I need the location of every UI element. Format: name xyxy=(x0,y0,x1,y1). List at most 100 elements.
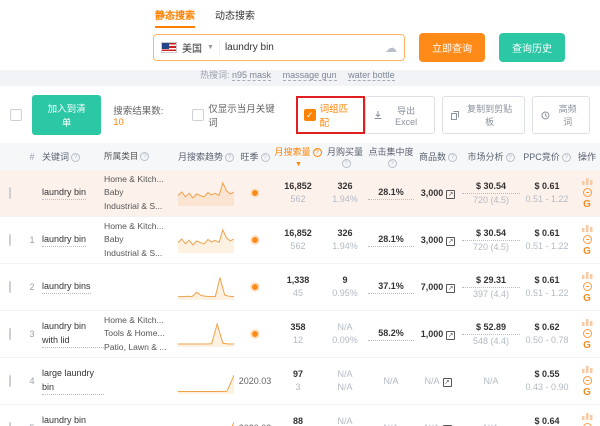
remove-icon[interactable] xyxy=(583,423,592,426)
hot-word-link[interactable]: massage gun xyxy=(283,70,337,81)
row-actions: G xyxy=(574,271,600,304)
ppc-bid: $ 0.610.51 - 1.22 xyxy=(520,274,574,299)
table-body: laundry bin Home & Kitch...BabyIndustria… xyxy=(0,170,600,426)
column-header[interactable]: 月搜索量?▼ xyxy=(274,145,322,168)
select-all-checkbox[interactable] xyxy=(10,109,22,121)
cloud-upload-icon[interactable]: ☁ xyxy=(385,41,397,55)
bar-chart-icon[interactable] xyxy=(582,318,593,326)
peak-season-indicator xyxy=(236,235,274,245)
bar-chart-icon[interactable] xyxy=(582,224,593,232)
country-select[interactable]: 美国 xyxy=(182,40,202,55)
monthly-purchase-volume: 3261.94% xyxy=(322,227,368,252)
column-header[interactable]: PPC竞价? xyxy=(520,150,574,163)
info-icon[interactable]: ? xyxy=(261,153,270,162)
info-icon[interactable]: ? xyxy=(506,153,515,162)
add-to-list-button[interactable]: 加入到清单 xyxy=(32,95,101,135)
high-freq-words-button[interactable]: 高频词 xyxy=(532,96,590,134)
row-checkbox[interactable] xyxy=(9,375,11,387)
row-actions: G xyxy=(574,177,600,210)
google-trends-icon[interactable]: G xyxy=(583,200,591,210)
category-list: Home & Kitch...BabyIndustrial & S... xyxy=(104,173,176,213)
row-checkbox[interactable] xyxy=(9,234,11,246)
monthly-search-volume: 1,33845 xyxy=(274,274,322,299)
click-concentration: 58.2% xyxy=(368,327,414,341)
keyword-link[interactable]: laundry bins xyxy=(42,280,91,295)
chevron-down-icon[interactable]: ▼ xyxy=(207,44,214,51)
info-icon[interactable]: ? xyxy=(342,159,351,168)
remove-icon[interactable] xyxy=(583,376,592,385)
external-link-icon[interactable]: ↗ xyxy=(446,331,455,340)
hot-words-label: 热搜词: xyxy=(200,70,230,80)
column-header[interactable]: 市场分析? xyxy=(462,150,520,163)
row-checkbox[interactable] xyxy=(9,281,11,293)
external-link-icon[interactable]: ↗ xyxy=(446,237,455,246)
info-icon[interactable]: ? xyxy=(71,153,80,162)
history-button[interactable]: 查询历史 xyxy=(499,33,565,62)
bar-chart-icon[interactable] xyxy=(582,365,593,373)
tab-dynamic-search[interactable]: 动态搜索 xyxy=(215,7,255,28)
keyword-link[interactable]: laundry bin organizer xyxy=(42,414,104,426)
info-icon[interactable]: ? xyxy=(313,148,322,157)
keyword-link[interactable]: laundry bin xyxy=(42,186,86,201)
product-count: 7,000↗ xyxy=(414,281,462,294)
keyword-link[interactable]: laundry bin xyxy=(42,233,86,248)
ppc-bid: $ 0.610.51 - 1.22 xyxy=(520,227,574,252)
monthly-purchase-volume: N/AN/A xyxy=(322,368,368,393)
column-header[interactable]: 月购买量? xyxy=(322,145,368,168)
category-item: Patio, Lawn & ... xyxy=(104,341,176,354)
info-icon[interactable]: ? xyxy=(388,159,397,168)
divider xyxy=(219,41,220,55)
external-link-icon[interactable]: ↗ xyxy=(446,190,455,199)
info-icon[interactable]: ? xyxy=(225,153,234,162)
google-trends-icon[interactable]: G xyxy=(583,294,591,304)
external-link-icon[interactable]: ↗ xyxy=(446,284,455,293)
sort-caret-icon[interactable]: ▼ xyxy=(295,161,302,168)
row-actions: G xyxy=(574,365,600,398)
search-button[interactable]: 立即查询 xyxy=(419,33,485,62)
google-trends-icon[interactable]: G xyxy=(583,247,591,257)
search-input[interactable] xyxy=(225,42,380,53)
export-excel-button[interactable]: 导出Excel xyxy=(365,96,435,134)
column-header[interactable]: 旺季? xyxy=(236,150,274,163)
trend-sparkline xyxy=(176,321,236,347)
bar-chart-icon[interactable] xyxy=(582,177,593,185)
click-concentration: N/A xyxy=(368,422,414,426)
info-icon[interactable]: ? xyxy=(562,153,571,162)
column-header[interactable]: 商品数? xyxy=(414,150,462,163)
keyword-link[interactable]: large laundry bin xyxy=(42,367,104,395)
category-item: Tools & Home... xyxy=(104,327,176,340)
bar-chart-icon[interactable] xyxy=(582,412,593,420)
column-header[interactable]: 所属类目? xyxy=(104,150,176,163)
google-trends-icon[interactable]: G xyxy=(583,388,591,398)
google-trends-icon[interactable]: G xyxy=(583,341,591,351)
ppc-bid: $ 0.620.50 - 0.78 xyxy=(520,321,574,346)
column-header[interactable]: 关键词? xyxy=(40,150,104,163)
remove-icon[interactable] xyxy=(583,188,592,197)
phrase-match-checkbox[interactable]: ✓ xyxy=(304,109,316,121)
column-header[interactable]: 点击集中度? xyxy=(368,145,414,168)
external-link-icon[interactable]: ↗ xyxy=(443,378,452,387)
remove-icon[interactable] xyxy=(583,329,592,338)
info-icon[interactable]: ? xyxy=(140,152,149,161)
row-checkbox[interactable] xyxy=(9,187,11,199)
copy-clipboard-button[interactable]: 复制到剪贴板 xyxy=(442,96,525,134)
monthly-search-volume: 35812 xyxy=(274,321,322,346)
only-current-month-checkbox[interactable] xyxy=(192,109,204,121)
row-checkbox[interactable] xyxy=(9,422,11,426)
info-icon[interactable]: ? xyxy=(448,153,457,162)
hot-words-row: 热搜词: n95 mask massage gun water bottle xyxy=(200,68,600,81)
bar-chart-icon[interactable] xyxy=(582,271,593,279)
monthly-search-volume: 16,852562 xyxy=(274,180,322,205)
tab-static-search[interactable]: 静态搜索 xyxy=(155,7,195,28)
row-checkbox[interactable] xyxy=(9,328,11,340)
remove-icon[interactable] xyxy=(583,282,592,291)
table-header-row: #关键词?所属类目?月搜索趋势?旺季?月搜索量?▼月购买量?点击集中度?商品数?… xyxy=(0,143,600,170)
hot-word-link[interactable]: n95 mask xyxy=(232,70,271,81)
product-count: N/A↗ xyxy=(414,422,462,426)
search-box: 美国 ▼ ☁ xyxy=(153,34,405,61)
remove-icon[interactable] xyxy=(583,235,592,244)
trend-sparkline xyxy=(176,368,236,394)
hot-word-link[interactable]: water bottle xyxy=(348,70,395,81)
column-header[interactable]: 月搜索趋势? xyxy=(176,150,236,163)
keyword-link[interactable]: laundry bin with lid xyxy=(42,320,104,348)
